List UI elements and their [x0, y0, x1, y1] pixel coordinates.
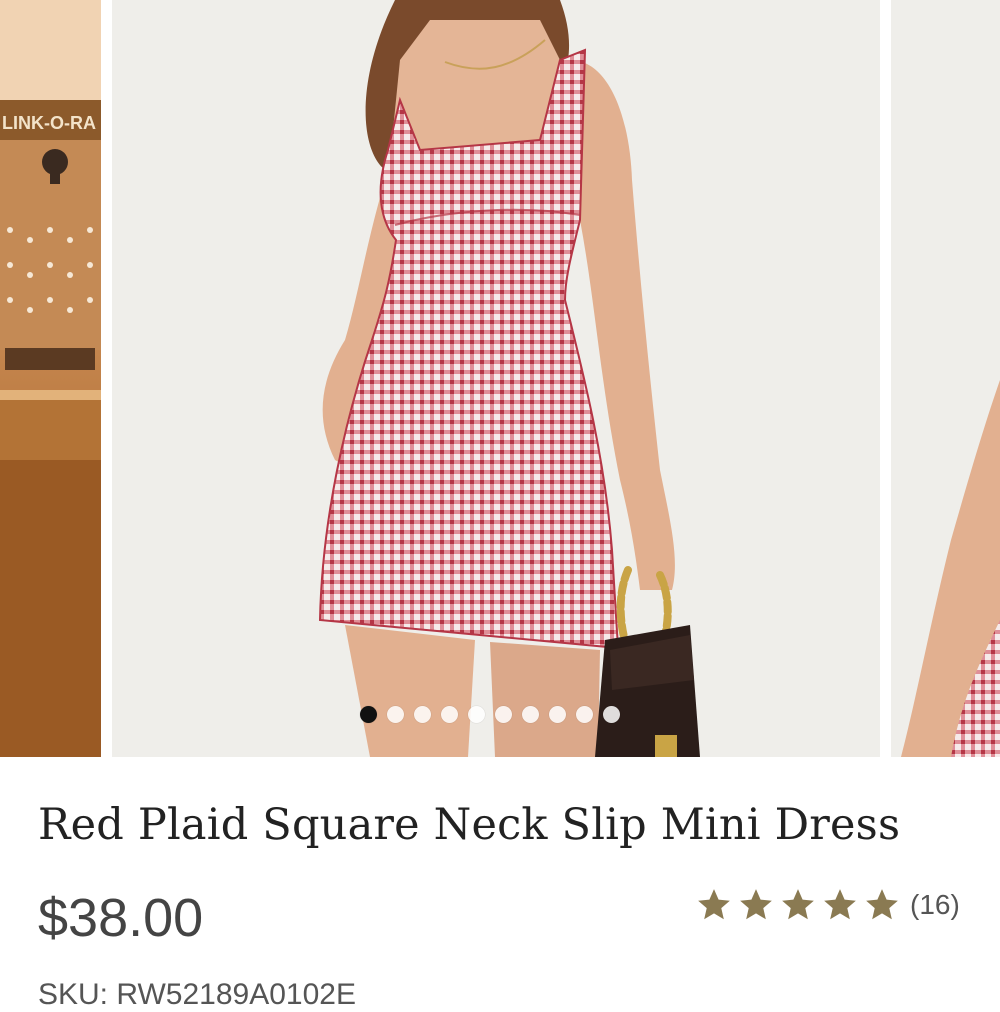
carousel-pagination-dots	[360, 705, 620, 723]
carousel-dot[interactable]	[603, 705, 620, 723]
star-icon	[740, 889, 772, 920]
prev-sign-text: LINK-O-RA	[2, 113, 96, 133]
star-icon	[698, 889, 730, 920]
product-price: $38.00	[38, 888, 204, 948]
carousel-dot[interactable]	[468, 705, 485, 723]
prev-image-art: LINK-O-RA	[0, 0, 101, 757]
review-count[interactable]: (16)	[910, 889, 960, 921]
carousel-dot[interactable]	[387, 705, 404, 723]
product-rating[interactable]: (16)	[694, 886, 960, 924]
carousel-dot[interactable]	[360, 705, 377, 723]
product-title: Red Plaid Square Neck Slip Mini Dress	[38, 800, 901, 850]
rating-stars	[694, 886, 904, 924]
carousel-dot[interactable]	[414, 705, 431, 723]
star-icon	[866, 889, 898, 920]
star-icon	[782, 889, 814, 920]
main-product-image[interactable]	[112, 0, 880, 757]
carousel-dot[interactable]	[441, 705, 458, 723]
carousel-dot[interactable]	[576, 705, 593, 723]
product-image-carousel[interactable]: LINK-O-RA	[0, 0, 1000, 757]
prev-product-image[interactable]: LINK-O-RA	[0, 0, 101, 757]
next-image-art	[891, 0, 1000, 757]
next-product-image[interactable]	[891, 0, 1000, 757]
product-sku: SKU: RW52189A0102E	[38, 978, 356, 1011]
carousel-dot[interactable]	[522, 705, 539, 723]
carousel-dot[interactable]	[549, 705, 566, 723]
model-in-dress-illustration	[112, 0, 880, 757]
star-icon	[824, 889, 856, 920]
carousel-dot[interactable]	[495, 705, 512, 723]
